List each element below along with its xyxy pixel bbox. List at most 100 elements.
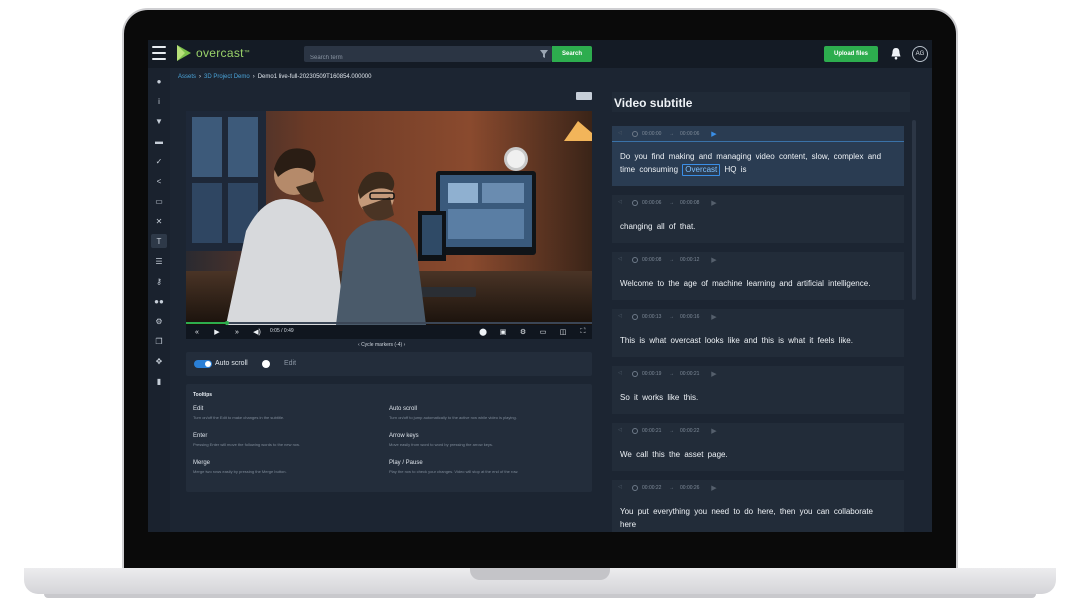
segment-end[interactable]: 00:00:26: [680, 485, 699, 491]
captions-icon[interactable]: ▭: [538, 328, 548, 336]
notification-bell-icon[interactable]: [890, 47, 902, 60]
subtitle-segment[interactable]: ◁ 00:00:08 → 00:00:12 ▶ Welcome to the a…: [612, 252, 904, 300]
image-icon[interactable]: ▭: [151, 194, 167, 208]
check-icon[interactable]: ✓: [151, 154, 167, 168]
segment-end[interactable]: 00:00:12: [680, 257, 699, 263]
search-input[interactable]: [304, 50, 534, 66]
user-avatar[interactable]: AG: [912, 46, 928, 62]
video-player[interactable]: [186, 111, 592, 325]
gear-icon[interactable]: ⚙: [518, 328, 528, 336]
key-icon[interactable]: ⚷: [151, 274, 167, 288]
subtitle-segment[interactable]: ◁ 00:00:06 → 00:00:08 ▶ changing all of …: [612, 195, 904, 243]
trash-icon[interactable]: ▮: [151, 374, 167, 388]
move-icon[interactable]: ✥: [151, 354, 167, 368]
subtitle-segment[interactable]: ◁ 00:00:19 → 00:00:21 ▶ So it works like…: [612, 366, 904, 414]
segment-play-icon[interactable]: ▶: [709, 312, 719, 322]
duration: 0:49: [283, 328, 294, 334]
segment-play-icon[interactable]: ▶: [709, 426, 719, 436]
segment-text[interactable]: changing all of that.: [620, 220, 888, 233]
segment-text[interactable]: We call this the asset page.: [620, 448, 888, 461]
segment-prev-icon[interactable]: ◁: [618, 199, 624, 205]
breadcrumb-assets[interactable]: Assets: [178, 74, 196, 80]
segment-header: ◁ 00:00:19 → 00:00:21 ▶: [612, 366, 904, 382]
video-progress-fill: [186, 322, 227, 324]
segment-prev-icon[interactable]: ◁: [618, 256, 624, 262]
auto-scroll-toggle[interactable]: [194, 360, 212, 368]
segment-start[interactable]: 00:00:22: [642, 485, 661, 491]
segment-start[interactable]: 00:00:13: [642, 314, 661, 320]
segment-prev-icon[interactable]: ◁: [618, 313, 624, 319]
fullscreen-icon[interactable]: ⛶: [578, 328, 588, 336]
segment-text[interactable]: You put everything you need to do here, …: [620, 505, 888, 531]
search-button[interactable]: Search: [552, 46, 592, 62]
segment-start[interactable]: 00:00:08: [642, 257, 661, 263]
subtitle-scrollbar[interactable]: [912, 120, 916, 300]
share-icon[interactable]: <: [151, 174, 167, 188]
comments-icon[interactable]: ●: [151, 74, 167, 88]
rewind-icon[interactable]: «: [192, 328, 202, 336]
upload-files-button[interactable]: Upload files: [824, 46, 878, 62]
segment-end[interactable]: 00:00:22: [680, 428, 699, 434]
keyword-highlight[interactable]: Overcast: [682, 164, 721, 176]
location-pin-icon[interactable]: ⬤: [478, 328, 488, 336]
segment-prev-icon[interactable]: ◁: [618, 484, 624, 490]
users-icon[interactable]: ●●: [151, 294, 167, 308]
subtitle-segment[interactable]: ◁ 00:00:00 → 00:00:06 ▶ Do you find maki…: [612, 126, 904, 186]
brand-logo[interactable]: overcast ™: [176, 44, 250, 62]
segment-end[interactable]: 00:00:08: [680, 200, 699, 206]
segment-play-icon[interactable]: ▶: [709, 255, 719, 265]
segment-prev-icon[interactable]: ◁: [618, 370, 624, 376]
current-time: 0:05: [270, 328, 280, 334]
subtitle-segment[interactable]: ◁ 00:00:13 → 00:00:16 ▶ This is what ove…: [612, 309, 904, 357]
segment-start[interactable]: 00:00:19: [642, 371, 661, 377]
settings-icon[interactable]: ⚙: [151, 314, 167, 328]
subtitle-segment[interactable]: ◁ 00:00:22 → 00:00:26 ▶ You put everythi…: [612, 480, 904, 532]
picture-in-picture-icon[interactable]: ◫: [558, 328, 568, 336]
layers-icon[interactable]: ▬: [151, 134, 167, 148]
filter-icon[interactable]: [540, 50, 548, 58]
segment-text[interactable]: Welcome to the age of machine learning a…: [620, 277, 888, 290]
copy-icon[interactable]: ❐: [151, 334, 167, 348]
segment-end[interactable]: 00:00:06: [680, 131, 699, 137]
breadcrumb-project[interactable]: 3D Project Demo: [204, 74, 250, 80]
edit-toggle[interactable]: [262, 360, 270, 368]
cycle-next-icon[interactable]: ›: [404, 342, 406, 348]
fast-forward-icon[interactable]: »: [232, 328, 242, 336]
search-box: [304, 46, 552, 66]
layout-toggle-icon[interactable]: [576, 92, 592, 100]
segment-end[interactable]: 00:00:16: [680, 314, 699, 320]
clock-icon: [632, 131, 638, 137]
auto-scroll-label: Auto scroll: [215, 360, 248, 367]
cycle-prev-icon[interactable]: ‹: [358, 342, 360, 348]
segment-play-icon[interactable]: ▶: [709, 129, 719, 139]
segment-play-icon[interactable]: ▶: [709, 483, 719, 493]
segment-start[interactable]: 00:00:21: [642, 428, 661, 434]
segment-text[interactable]: Do you find making and managing video co…: [620, 150, 888, 176]
list-icon[interactable]: ☰: [151, 254, 167, 268]
tooltip-description: Merge two rows easily by pressing the Me…: [193, 469, 287, 474]
segment-prev-icon[interactable]: ◁: [618, 427, 624, 433]
overcast-logo-icon: [177, 45, 191, 61]
info-icon[interactable]: i: [151, 94, 167, 108]
segment-play-icon[interactable]: ▶: [709, 369, 719, 379]
segment-start[interactable]: 00:00:00: [642, 131, 661, 137]
app-screen: overcast™ Search Upload files AG ● i ▼ ▬…: [148, 40, 932, 532]
video-frame-image: [186, 111, 592, 325]
video-progress-bar[interactable]: [186, 321, 592, 325]
segment-text[interactable]: This is what overcast looks like and thi…: [620, 334, 888, 347]
subtitle-segment[interactable]: ◁ 00:00:21 → 00:00:22 ▶ We call this the…: [612, 423, 904, 471]
segment-prev-icon[interactable]: ◁: [618, 130, 624, 136]
scissors-icon[interactable]: ✕: [151, 214, 167, 228]
volume-icon[interactable]: ◀): [252, 328, 262, 336]
segment-play-icon[interactable]: ▶: [709, 198, 719, 208]
segment-text[interactable]: So it works like this.: [620, 391, 888, 404]
subtitles-icon[interactable]: T: [151, 234, 167, 248]
download-icon[interactable]: ▼: [151, 114, 167, 128]
segment-start[interactable]: 00:00:06: [642, 200, 661, 206]
tooltips-title: Tooltips: [193, 392, 213, 398]
camera-icon[interactable]: ▣: [498, 328, 508, 336]
segment-end[interactable]: 00:00:21: [680, 371, 699, 377]
tooltip-description: Pressing Enter will move the following w…: [193, 442, 300, 447]
play-icon[interactable]: ▶: [212, 328, 222, 336]
hamburger-menu-icon[interactable]: [152, 46, 166, 60]
